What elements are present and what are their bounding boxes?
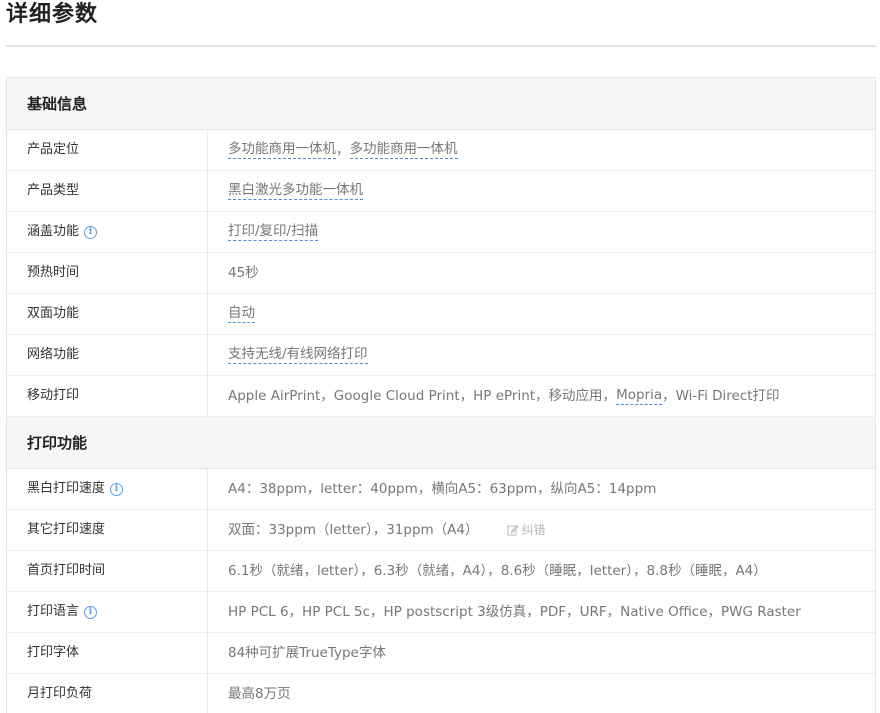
spec-row: 产品定位 多功能商用一体机 ， 多功能商用一体机: [7, 130, 875, 171]
spec-link[interactable]: 自动: [228, 305, 255, 323]
spec-link[interactable]: 黑白激光多功能一体机: [228, 182, 363, 200]
spec-row: 涵盖功能 i 打印/复印/扫描: [7, 212, 875, 253]
spec-label: 产品类型: [7, 171, 208, 211]
spec-value: 支持无线/有线网络打印: [208, 335, 875, 375]
spec-value: 最高8万页: [228, 686, 291, 702]
spec-row: 月打印负荷 最高8万页: [7, 674, 875, 713]
spec-row: 打印字体 84种可扩展TrueType字体: [7, 633, 875, 674]
spec-row: 产品类型 黑白激光多功能一体机: [7, 171, 875, 212]
spec-link[interactable]: 多功能商用一体机: [349, 141, 458, 159]
section-header-basic-info: 基础信息: [7, 78, 875, 130]
spec-value: 打印/复印/扫描: [208, 212, 875, 252]
spec-value: 84种可扩展TrueType字体: [228, 645, 386, 661]
info-icon[interactable]: i: [84, 225, 98, 239]
spec-value: Apple AirPrint，Google Cloud Print，HP ePr…: [228, 387, 780, 405]
spec-row: 网络功能 支持无线/有线网络打印: [7, 335, 875, 376]
error-report-button[interactable]: 纠错: [507, 510, 546, 550]
edit-icon: [507, 524, 519, 536]
spec-label: 双面功能: [7, 294, 208, 334]
spec-label: 预热时间: [7, 253, 208, 293]
spec-value: A4：38ppm，letter：40ppm，横向A5：63ppm，纵向A5：14…: [228, 481, 657, 497]
spec-row: 黑白打印速度 i A4：38ppm，letter：40ppm，横向A5：63pp…: [7, 469, 875, 510]
spec-row: 移动打印 Apple AirPrint，Google Cloud Print，H…: [7, 376, 875, 417]
spec-link[interactable]: 多功能商用一体机: [228, 141, 336, 159]
spec-row: 双面功能 自动: [7, 294, 875, 335]
spec-value: 黑白激光多功能一体机: [208, 171, 875, 211]
spec-label: 月打印负荷: [7, 674, 208, 713]
spec-row: 预热时间 45秒: [7, 253, 875, 294]
spec-value: 6.1秒（就绪，letter），6.3秒（就绪，A4），8.6秒（睡眠，lett…: [228, 563, 767, 579]
spec-row: 打印语言 i HP PCL 6，HP PCL 5c，HP postscript …: [7, 592, 875, 633]
spec-label: 其它打印速度: [7, 510, 208, 550]
spec-link[interactable]: 打印/复印/扫描: [228, 223, 319, 241]
spec-value: HP PCL 6，HP PCL 5c，HP postscript 3级仿真，PD…: [228, 604, 801, 620]
spec-table: 基础信息 产品定位 多功能商用一体机 ， 多功能商用一体机 产品类型 黑白激光多…: [6, 77, 876, 713]
spec-label: 移动打印: [7, 376, 208, 416]
spec-label: 网络功能: [7, 335, 208, 375]
info-icon[interactable]: i: [110, 482, 124, 496]
spec-label: 涵盖功能 i: [7, 212, 208, 252]
spec-label: 打印语言 i: [7, 592, 208, 632]
page-title: 详细参数: [6, 2, 99, 27]
spec-label: 产品定位: [7, 130, 208, 170]
spec-value: 双面：33ppm（letter），31ppm（A4） 纠错: [208, 510, 875, 550]
spec-row: 首页打印时间 6.1秒（就绪，letter），6.3秒（就绪，A4），8.6秒（…: [7, 551, 875, 592]
spec-label: 打印字体: [7, 633, 208, 673]
spec-row: 其它打印速度 双面：33ppm（letter），31ppm（A4） 纠错: [7, 510, 875, 551]
spec-label: 首页打印时间: [7, 551, 208, 591]
spec-link[interactable]: 支持无线/有线网络打印: [228, 346, 368, 364]
spec-value: 自动: [208, 294, 875, 334]
section-header-print-function: 打印功能: [7, 417, 875, 469]
spec-link[interactable]: Mopria: [616, 387, 663, 405]
spec-label: 黑白打印速度 i: [7, 469, 208, 509]
spec-value: 45秒: [228, 265, 259, 281]
spec-value: 多功能商用一体机 ， 多功能商用一体机: [208, 130, 875, 170]
info-icon[interactable]: i: [84, 605, 98, 619]
title-divider: [6, 45, 876, 47]
spec-separator: ，: [336, 142, 350, 158]
